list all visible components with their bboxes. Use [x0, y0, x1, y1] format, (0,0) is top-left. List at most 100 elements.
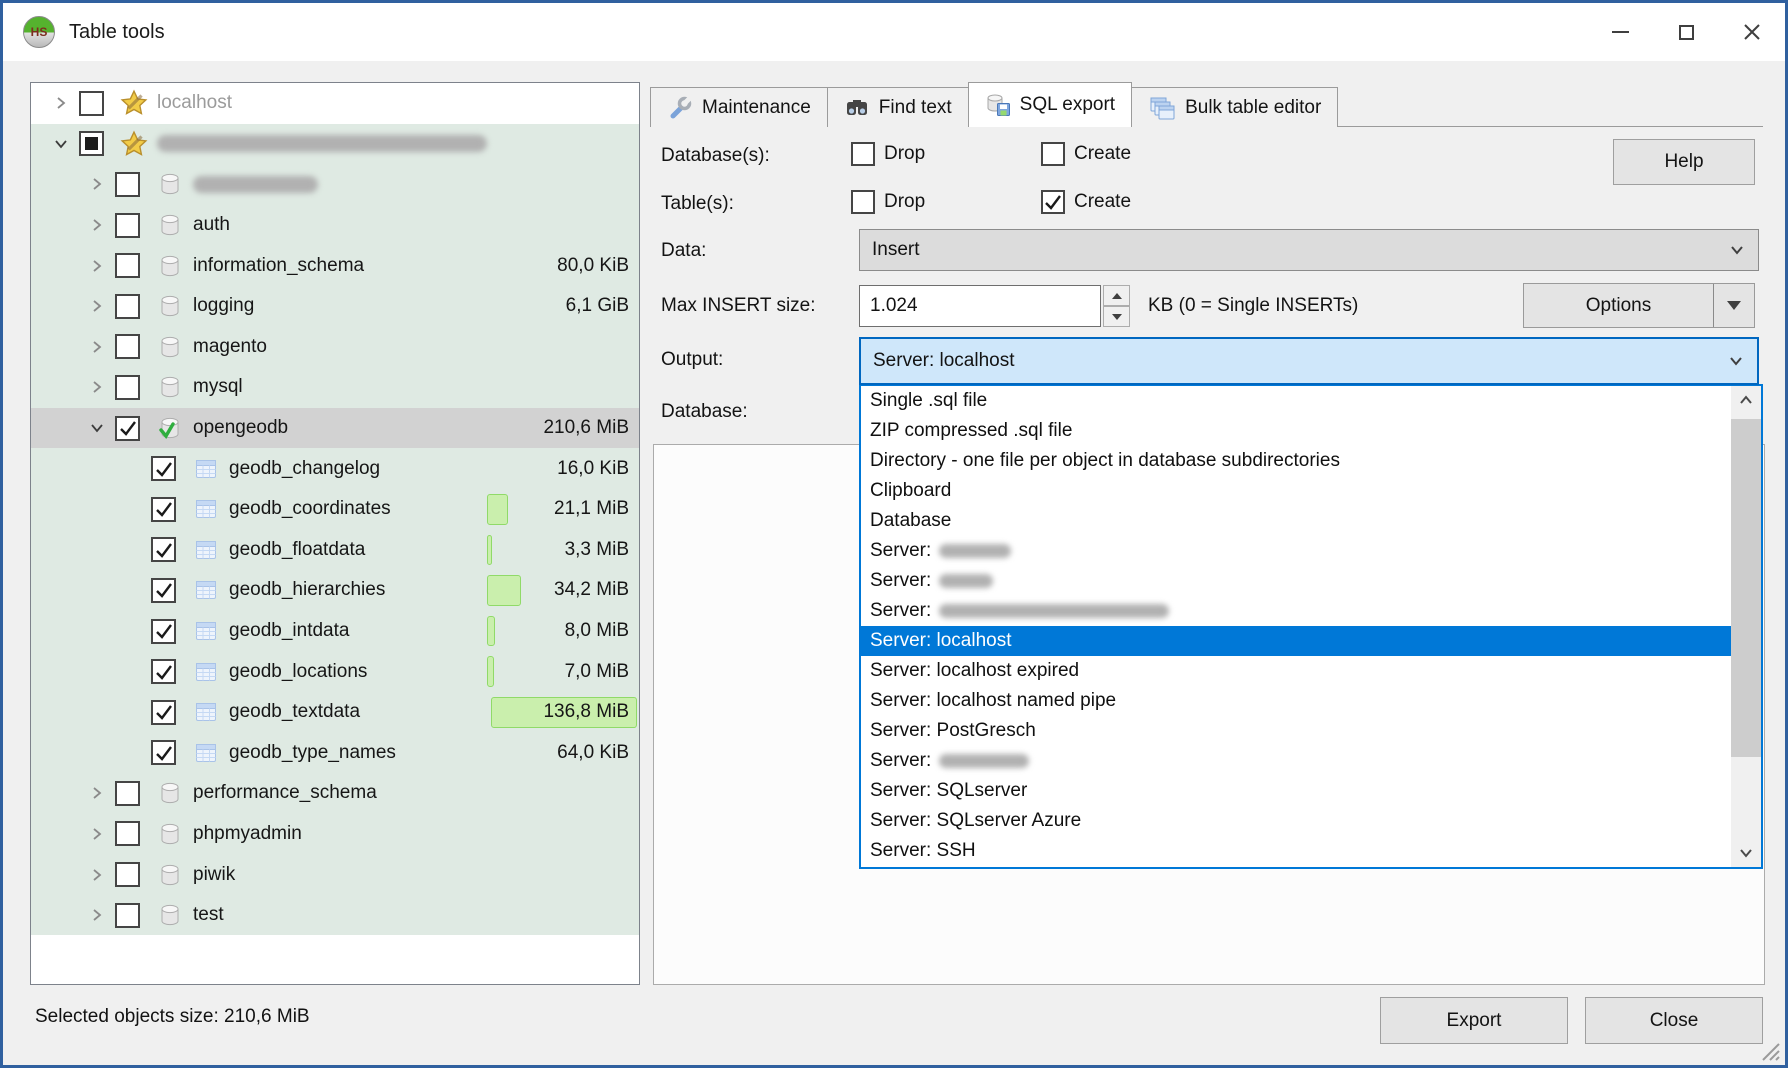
output-combobox[interactable]: Server: localhost — [859, 337, 1759, 385]
dropdown-item-single-sql-file[interactable]: Single .sql file — [861, 386, 1731, 416]
tree-checkbox[interactable] — [151, 456, 176, 481]
close-button[interactable] — [1719, 3, 1785, 61]
dropdown-item-server[interactable]: Server: — [861, 596, 1731, 626]
help-button[interactable]: Help — [1613, 139, 1755, 185]
tree-row-opengeodb[interactable]: opengeodb210,6 MiB — [31, 408, 639, 449]
dropdown-item-directory-one-file-per-object-in-database-subdirectories[interactable]: Directory - one file per object in datab… — [861, 446, 1731, 476]
tree-checkbox[interactable] — [151, 659, 176, 684]
tree-row-auth[interactable]: auth — [31, 205, 639, 246]
checkbox-box[interactable] — [851, 190, 875, 214]
tree-row-mysql[interactable]: mysql — [31, 367, 639, 408]
expand-arrow-icon[interactable] — [79, 258, 115, 274]
tab-maintenance[interactable]: Maintenance — [650, 87, 828, 127]
dropdown-item-server[interactable]: Server: — [861, 746, 1731, 776]
tree-checkbox[interactable] — [115, 862, 140, 887]
dropdown-item-clipboard[interactable]: Clipboard — [861, 476, 1731, 506]
tree-checkbox[interactable] — [151, 537, 176, 562]
tree-checkbox[interactable] — [115, 903, 140, 928]
dropdown-item-database[interactable]: Database — [861, 506, 1731, 536]
tree-row-geodb_coordinates[interactable]: geodb_coordinates21,1 MiB — [31, 489, 639, 530]
scrollbar-thumb[interactable] — [1731, 419, 1761, 757]
tables-drop-checkbox[interactable]: Drop — [851, 190, 925, 214]
collapse-arrow-icon[interactable] — [79, 420, 115, 436]
tree-row-geodb_type_names[interactable]: geodb_type_names64,0 KiB — [31, 733, 639, 774]
stepper-up-button[interactable] — [1103, 285, 1130, 306]
tables-create-checkbox[interactable]: Create — [1041, 190, 1131, 214]
scrollbar-down-button[interactable] — [1731, 837, 1761, 867]
checkbox-box[interactable] — [1041, 142, 1065, 166]
expand-arrow-icon[interactable] — [79, 867, 115, 883]
expand-arrow-icon[interactable] — [79, 785, 115, 801]
tree-row-redacted[interactable] — [31, 164, 639, 205]
dropdown-item-zip-compressed-sql-file[interactable]: ZIP compressed .sql file — [861, 416, 1731, 446]
tree-checkbox[interactable] — [115, 334, 140, 359]
expand-arrow-icon[interactable] — [79, 176, 115, 192]
dropdown-item-server-sqlserver-azure[interactable]: Server: SQLserver Azure — [861, 806, 1731, 836]
tree-row-logging[interactable]: logging6,1 GiB — [31, 286, 639, 327]
tree-checkbox[interactable] — [79, 91, 104, 116]
dropdown-scrollbar[interactable] — [1731, 386, 1761, 867]
tree-row-redacted[interactable] — [31, 124, 639, 165]
expand-arrow-icon[interactable] — [79, 298, 115, 314]
tree-row-piwik[interactable]: piwik — [31, 854, 639, 895]
tree-row-geodb_intdata[interactable]: geodb_intdata8,0 MiB — [31, 611, 639, 652]
tab-sql-export[interactable]: SQL export — [968, 82, 1132, 127]
dropdown-item-server-localhost-named-pipe[interactable]: Server: localhost named pipe — [861, 686, 1731, 716]
tree-row-test[interactable]: test — [31, 895, 639, 936]
dropdown-item-server-ssh[interactable]: Server: SSH — [861, 836, 1731, 866]
expand-arrow-icon[interactable] — [79, 339, 115, 355]
collapse-arrow-icon[interactable] — [43, 136, 79, 152]
tab-find-text[interactable]: Find text — [827, 87, 969, 127]
dropdown-item-server-localhost-expired[interactable]: Server: localhost expired — [861, 656, 1731, 686]
maximize-button[interactable] — [1653, 3, 1719, 61]
dropdown-item-server[interactable]: Server: — [861, 536, 1731, 566]
tree-checkbox[interactable] — [115, 172, 140, 197]
minimize-button[interactable] — [1587, 3, 1653, 61]
expand-arrow-icon[interactable] — [79, 826, 115, 842]
tree-row-geodb_hierarchies[interactable]: geodb_hierarchies34,2 MiB — [31, 570, 639, 611]
tree-checkbox[interactable] — [115, 375, 140, 400]
dropdown-item-server-localhost[interactable]: Server: localhost — [861, 626, 1731, 656]
tree-checkbox[interactable] — [115, 416, 140, 441]
tree-checkbox[interactable] — [115, 213, 140, 238]
tree-checkbox[interactable] — [151, 740, 176, 765]
databases-create-checkbox[interactable]: Create — [1041, 142, 1131, 166]
tree-checkbox[interactable] — [115, 294, 140, 319]
expand-arrow-icon[interactable] — [79, 907, 115, 923]
checkbox-box[interactable] — [1041, 190, 1065, 214]
tree-row-information_schema[interactable]: information_schema80,0 KiB — [31, 245, 639, 286]
tree-row-geodb_floatdata[interactable]: geodb_floatdata3,3 MiB — [31, 530, 639, 571]
tree-checkbox[interactable] — [151, 619, 176, 644]
tree-row-geodb_textdata[interactable]: geodb_textdata136,8 MiB — [31, 692, 639, 733]
options-dropdown-arrow[interactable] — [1713, 284, 1754, 327]
export-button[interactable]: Export — [1380, 997, 1568, 1044]
stepper-down-button[interactable] — [1103, 306, 1130, 327]
tree-row-performance_schema[interactable]: performance_schema — [31, 773, 639, 814]
expand-arrow-icon[interactable] — [79, 379, 115, 395]
dropdown-item-server[interactable]: Server: — [861, 566, 1731, 596]
max-insert-size-input[interactable] — [859, 285, 1101, 327]
scrollbar-up-button[interactable] — [1731, 386, 1761, 416]
resize-grip[interactable] — [1758, 1039, 1780, 1061]
tab-bulk-table-editor[interactable]: Bulk table editor — [1131, 87, 1338, 127]
checkbox-box[interactable] — [851, 142, 875, 166]
tree-checkbox[interactable] — [151, 700, 176, 725]
tree-checkbox[interactable] — [151, 578, 176, 603]
databases-drop-checkbox[interactable]: Drop — [851, 142, 925, 166]
dropdown-item-server-sqlserver[interactable]: Server: SQLserver — [861, 776, 1731, 806]
expand-arrow-icon[interactable] — [43, 95, 79, 111]
tree-checkbox[interactable] — [151, 497, 176, 522]
close-dialog-button[interactable]: Close — [1585, 997, 1763, 1044]
tree-checkbox[interactable] — [115, 253, 140, 278]
tree-checkbox[interactable] — [115, 781, 140, 806]
tree-row-magento[interactable]: magento — [31, 327, 639, 368]
tree-checkbox[interactable] — [79, 131, 104, 156]
tree-checkbox[interactable] — [115, 821, 140, 846]
tree-row-geodb_changelog[interactable]: geodb_changelog16,0 KiB — [31, 448, 639, 489]
expand-arrow-icon[interactable] — [79, 217, 115, 233]
tree-row-localhost[interactable]: localhost — [31, 83, 639, 124]
options-button[interactable]: Options — [1524, 284, 1713, 327]
tree-row-phpmyadmin[interactable]: phpmyadmin — [31, 814, 639, 855]
data-combobox[interactable]: Insert — [859, 229, 1759, 271]
dropdown-item-server-postgresch[interactable]: Server: PostGresch — [861, 716, 1731, 746]
